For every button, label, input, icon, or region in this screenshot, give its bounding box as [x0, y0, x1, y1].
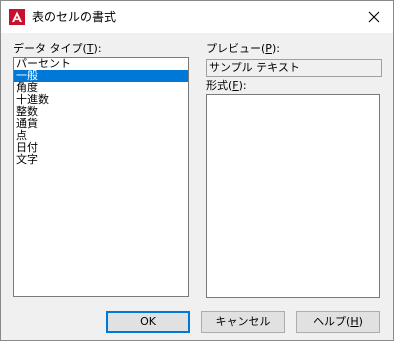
ok-button[interactable]: OK: [106, 311, 190, 333]
autocad-a-icon: [9, 9, 25, 25]
list-item[interactable]: 通貨: [14, 118, 188, 130]
list-item-selected[interactable]: 一般: [14, 70, 188, 82]
data-type-label-suffix: ):: [93, 42, 102, 55]
format-listbox[interactable]: [206, 94, 380, 298]
data-type-label: データ タイプ(T):: [13, 42, 102, 55]
format-label-suffix: ):: [238, 79, 247, 92]
preview-label-key: P: [265, 42, 272, 55]
data-type-label-prefix: データ タイプ(: [13, 42, 87, 55]
data-type-listbox[interactable]: パーセント 一般 角度 十進数 整数 通貨 点 日付 文字: [13, 57, 189, 297]
preview-label: プレビュー(P):: [206, 42, 280, 55]
title-bar: 表のセルの書式: [1, 1, 393, 33]
help-label-prefix: ヘルプ(: [313, 315, 351, 328]
help-label-key: H: [350, 315, 359, 328]
close-icon: [368, 11, 380, 23]
list-item[interactable]: 点: [14, 130, 188, 142]
preview-label-prefix: プレビュー(: [206, 42, 266, 55]
format-label-prefix: 形式(: [206, 79, 233, 92]
help-button[interactable]: ヘルプ(H): [296, 311, 380, 333]
list-item[interactable]: 日付: [14, 142, 188, 154]
list-item[interactable]: 文字: [14, 154, 188, 166]
list-item[interactable]: 十進数: [14, 94, 188, 106]
help-label-suffix: ): [358, 315, 363, 328]
format-label: 形式(F):: [206, 79, 247, 92]
preview-label-suffix: ):: [271, 42, 280, 55]
list-item[interactable]: 整数: [14, 106, 188, 118]
format-cell-dialog: 表のセルの書式 データ タイプ(T): パーセント 一般 角度 十進数 整数 通…: [0, 0, 394, 341]
close-button[interactable]: [355, 1, 393, 33]
cancel-button[interactable]: キャンセル: [201, 311, 285, 333]
preview-box: サンプル テキスト: [206, 59, 382, 77]
data-type-label-key: T: [86, 42, 94, 55]
dialog-title: 表のセルの書式: [32, 10, 117, 24]
list-item[interactable]: パーセント: [14, 58, 188, 70]
